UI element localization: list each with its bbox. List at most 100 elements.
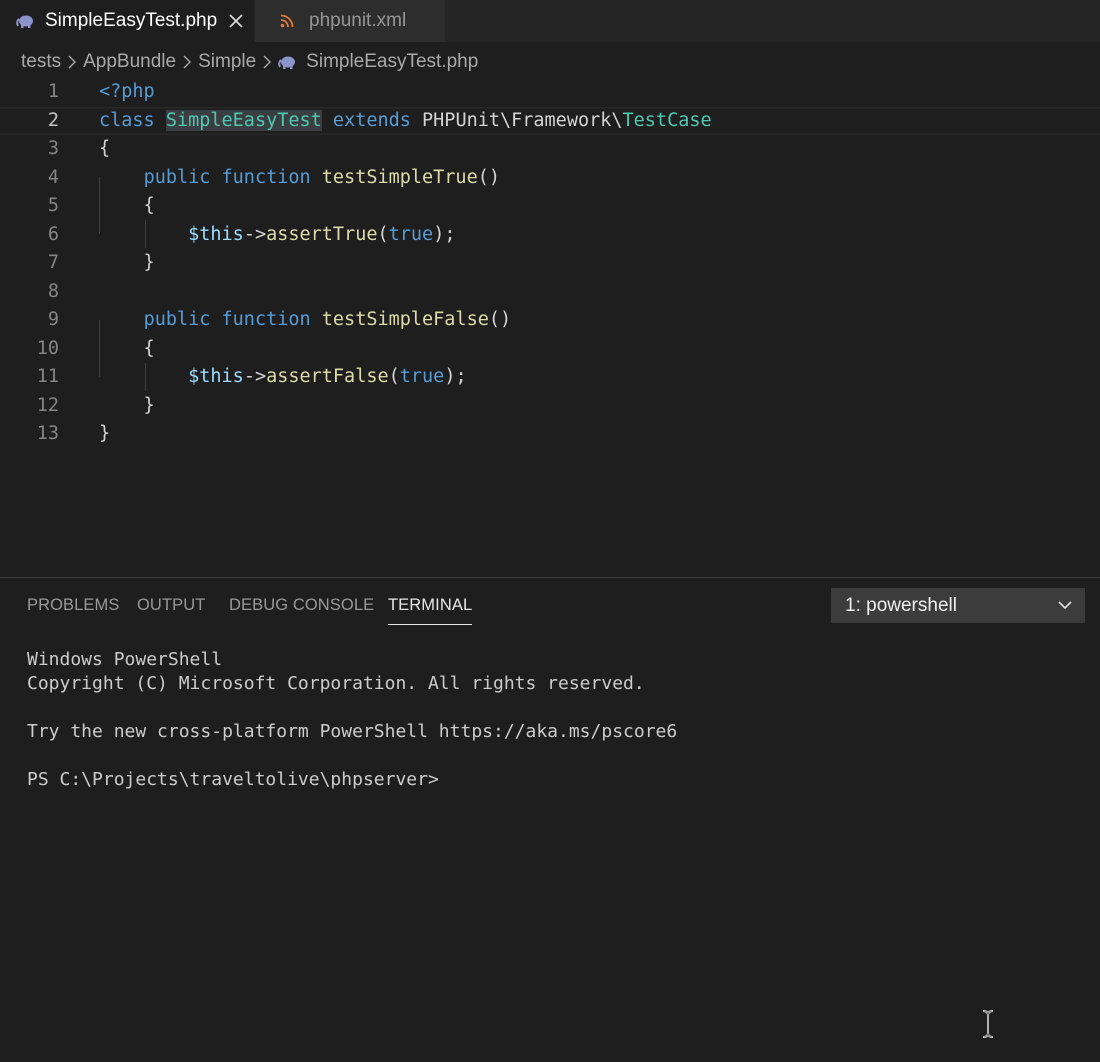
php-elephant-icon xyxy=(16,11,36,31)
line-number: 7 xyxy=(47,252,59,273)
line-number: 9 xyxy=(47,309,59,330)
code-line: 1 <?php xyxy=(0,78,1100,107)
code-token: <?php xyxy=(99,81,155,102)
code-text: class SimpleEasyTest extends PHPUnit\Fra… xyxy=(99,107,712,136)
code-token: -> xyxy=(243,223,267,245)
terminal-line: PS C:\Projects\traveltolive\phpserver> xyxy=(27,769,439,790)
code-token: function xyxy=(221,309,311,330)
line-number: 11 xyxy=(36,366,59,387)
code-token: public xyxy=(143,309,211,330)
code-text: } xyxy=(99,420,110,449)
code-token: -> xyxy=(243,366,267,387)
code-line: 8 xyxy=(0,278,1100,307)
code-token: extends xyxy=(332,109,411,131)
terminal-line: Copyright (C) Microsoft Corporation. All… xyxy=(27,673,645,694)
tab-phpunit-xml[interactable]: phpunit.xml xyxy=(255,0,445,42)
line-number: 3 xyxy=(47,138,59,159)
code-token: true xyxy=(388,223,434,245)
code-text: { xyxy=(99,192,155,221)
code-token: { xyxy=(99,138,111,159)
code-text: } xyxy=(99,392,155,421)
tab-debug-console[interactable]: DEBUG CONSOLE xyxy=(229,596,374,615)
code-token: () xyxy=(488,309,512,330)
tab-simpleeasytest-php[interactable]: SimpleEasyTest.php xyxy=(0,0,254,42)
code-line: 7 } xyxy=(0,249,1100,278)
line-number: 12 xyxy=(36,394,59,416)
code-token: true xyxy=(399,366,445,387)
bottom-panel: PROBLEMS OUTPUT DEBUG CONSOLE TERMINAL 1… xyxy=(0,577,1100,1062)
line-number: 6 xyxy=(47,223,59,245)
editor-tab-bar: SimpleEasyTest.php phpunit.xml xyxy=(0,0,1100,42)
chevron-right-icon xyxy=(182,54,192,70)
tab-output[interactable]: OUTPUT xyxy=(137,596,205,615)
php-elephant-icon xyxy=(278,54,298,70)
breadcrumb-simple[interactable]: Simple xyxy=(198,51,256,73)
line-number: 4 xyxy=(47,166,59,188)
breadcrumb-appbundle[interactable]: AppBundle xyxy=(83,51,176,73)
code-token: ); xyxy=(433,223,456,245)
close-icon[interactable] xyxy=(227,12,245,30)
code-token: ); xyxy=(444,366,467,387)
chevron-down-icon xyxy=(1057,597,1073,613)
code-line: 12 } xyxy=(0,392,1100,421)
code-token: ( xyxy=(377,223,389,245)
code-token: ( xyxy=(388,366,400,387)
code-text: } xyxy=(99,249,155,278)
code-line: 11 $this->assertFalse(true); xyxy=(0,363,1100,392)
code-text: { xyxy=(99,135,110,164)
code-text: $this->assertTrue(true); xyxy=(99,221,455,250)
code-editor[interactable]: 1 <?php 2 class SimpleEasyTest extends PHPU… xyxy=(0,78,1100,578)
terminal-select-value: 1: powershell xyxy=(845,594,957,616)
breadcrumb-file[interactable]: SimpleEasyTest.php xyxy=(306,51,478,73)
code-line: 9 public function testSimpleFalse() xyxy=(0,306,1100,335)
code-text: public function testSimpleTrue() xyxy=(99,164,500,193)
terminal-line: Windows PowerShell xyxy=(27,649,223,670)
code-token: $this xyxy=(188,366,244,387)
code-token: { xyxy=(99,337,155,359)
tab-label: phpunit.xml xyxy=(309,10,407,31)
tab-label: SimpleEasyTest.php xyxy=(45,10,218,31)
tab-problems[interactable]: PROBLEMS xyxy=(27,596,120,615)
code-token: testSimpleTrue xyxy=(321,166,478,188)
code-token: SimpleEasyTest xyxy=(165,109,322,131)
line-number: 13 xyxy=(36,423,59,444)
terminal-select[interactable]: 1: powershell xyxy=(831,588,1085,623)
code-line: 4 public function testSimpleTrue() xyxy=(0,164,1100,193)
code-line: 10 { xyxy=(0,335,1100,364)
line-number: 2 xyxy=(47,109,59,131)
code-token: testSimpleFalse xyxy=(321,309,489,330)
chevron-right-icon xyxy=(262,54,272,70)
code-line: 13} xyxy=(0,420,1100,449)
line-number: 1 xyxy=(47,81,59,102)
tab-terminal[interactable]: TERMINAL xyxy=(388,596,473,625)
code-token: PHPUnit\Framework\ xyxy=(410,109,623,131)
code-token: } xyxy=(99,423,111,444)
code-line: 5 { xyxy=(0,192,1100,221)
breadcrumb: tests AppBundle Simple SimpleEasyTest.ph… xyxy=(21,48,478,76)
terminal-output[interactable]: Windows PowerShell Copyright (C) Microsof… xyxy=(27,648,677,792)
code-text: { xyxy=(99,335,155,364)
breadcrumb-tests[interactable]: tests xyxy=(21,51,61,73)
code-token: assertTrue xyxy=(266,223,378,245)
line-number: 5 xyxy=(47,195,59,216)
code-token: } xyxy=(99,394,155,416)
code-token: TestCase xyxy=(622,109,712,131)
code-text: $this->assertFalse(true); xyxy=(99,363,467,392)
code-token: assertFalse xyxy=(266,366,389,387)
text-cursor-icon xyxy=(978,1009,998,1039)
code-text: public function testSimpleFalse() xyxy=(99,306,512,335)
code-text: <?php xyxy=(99,78,155,107)
code-token: } xyxy=(99,252,155,273)
terminal-line: Try the new cross-platform PowerShell ht… xyxy=(27,721,678,742)
chevron-right-icon xyxy=(67,54,77,70)
line-number: 10 xyxy=(36,337,59,359)
code-token: { xyxy=(99,195,155,216)
